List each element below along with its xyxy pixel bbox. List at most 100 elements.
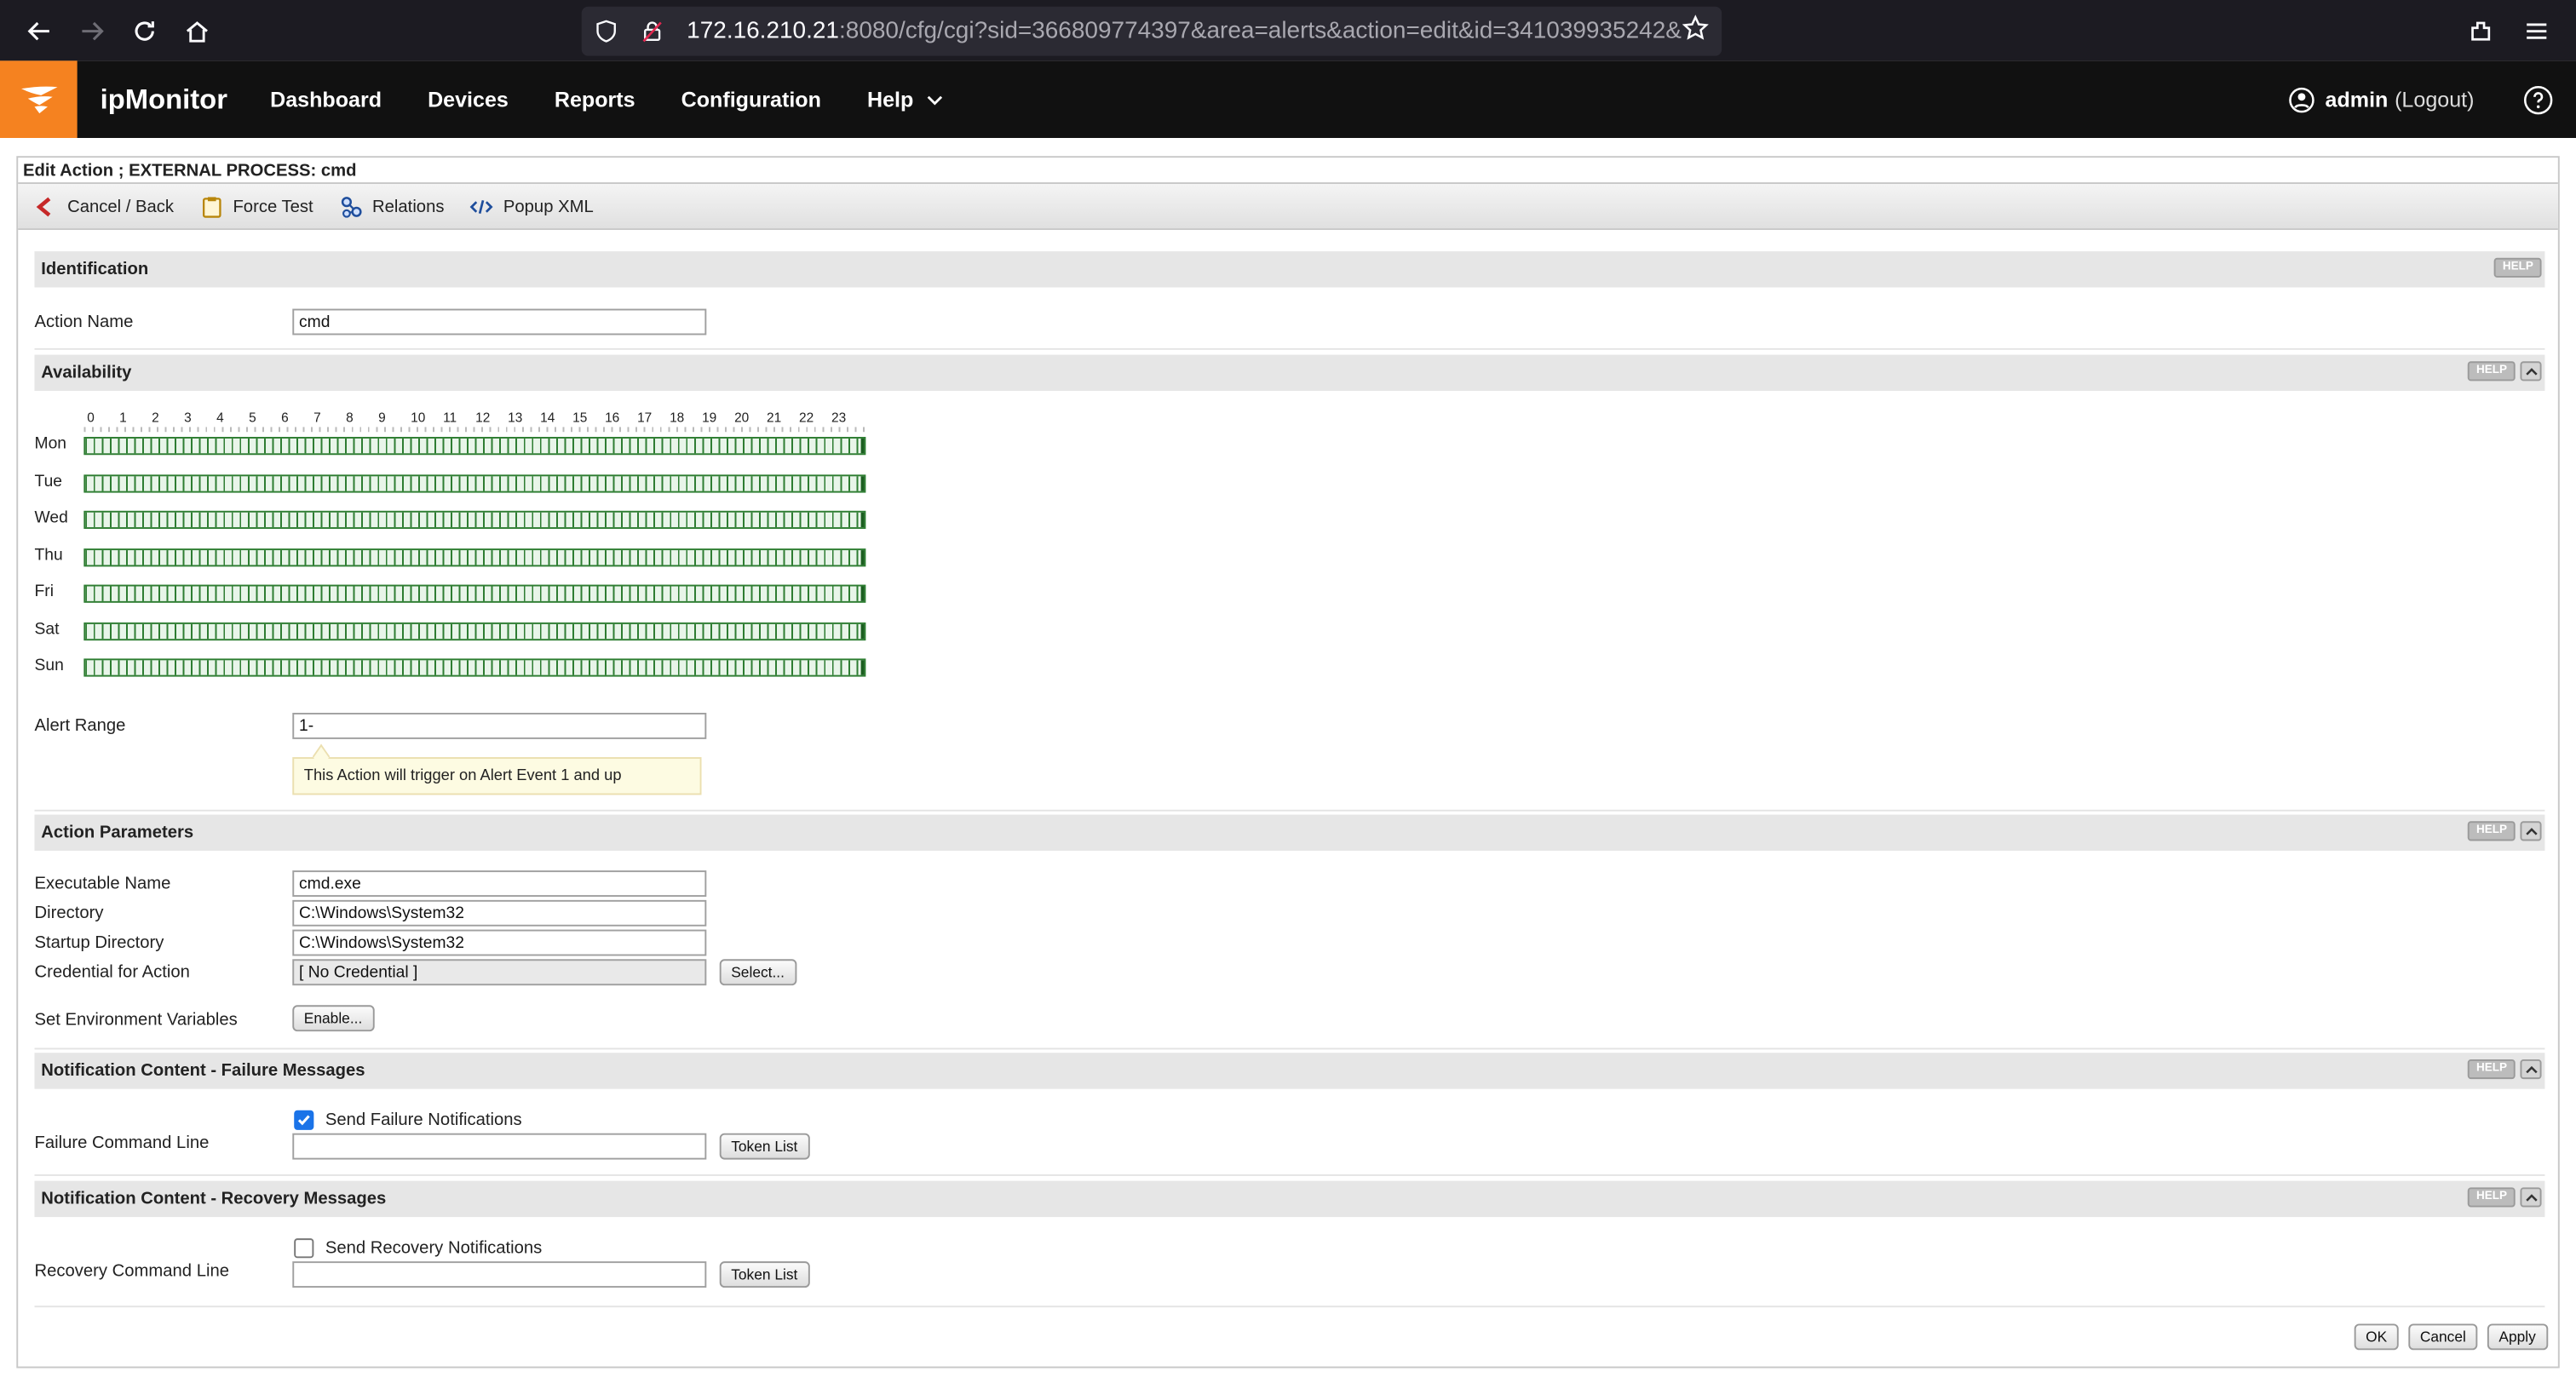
failure-command-label: Failure Command Line [34, 1133, 210, 1153]
identification-header: Identification HELP [34, 251, 2545, 288]
popup-xml-label: Popup XML [503, 196, 594, 216]
hour-label: 9 [378, 410, 386, 426]
apply-button[interactable]: Apply [2487, 1323, 2548, 1351]
forward-icon[interactable] [66, 6, 118, 55]
nav-configuration[interactable]: Configuration [658, 60, 844, 138]
section-divider [34, 347, 2545, 350]
directory-label: Directory [34, 903, 104, 923]
shield-icon[interactable] [595, 17, 621, 43]
startup-directory-label: Startup Directory [34, 933, 164, 953]
hour-label: 23 [831, 410, 847, 426]
back-icon[interactable] [13, 6, 66, 55]
nav-help[interactable]: Help [844, 60, 966, 138]
user-area: admin (Logout) [2289, 60, 2553, 138]
day-availability-bar[interactable] [83, 510, 866, 530]
reload-icon[interactable] [118, 6, 171, 55]
availability-help-button[interactable]: HELP [2468, 361, 2516, 382]
recovery-token-list-button[interactable]: Token List [719, 1261, 809, 1288]
hour-label: 13 [508, 410, 523, 426]
url-path: :8080/cfg/cgi?sid=366809774397&area=aler… [839, 17, 1682, 44]
home-icon[interactable] [171, 6, 224, 55]
day-availability-bar[interactable] [83, 621, 866, 640]
day-label: Mon [34, 435, 67, 454]
failure-token-list-button[interactable]: Token List [719, 1133, 809, 1160]
hour-ticks [83, 427, 866, 433]
hour-label: 0 [87, 410, 95, 426]
app-name[interactable]: ipMonitor [101, 83, 227, 116]
availability-collapse-icon[interactable] [2520, 361, 2542, 382]
failure-command-input[interactable] [292, 1133, 707, 1160]
nav-devices[interactable]: Devices [405, 60, 532, 138]
relations-button[interactable]: Relations [339, 195, 444, 218]
day-availability-bar[interactable] [83, 548, 866, 566]
bookmark-star-icon[interactable] [1681, 14, 1708, 47]
select-credential-button[interactable]: Select... [719, 959, 796, 986]
url-host: 172.16.210.21 [687, 17, 840, 44]
failure-help-button[interactable]: HELP [2468, 1059, 2516, 1080]
day-availability-bar[interactable] [83, 584, 866, 603]
failure-collapse-icon[interactable] [2520, 1059, 2542, 1080]
action-name-input[interactable] [292, 308, 707, 336]
extensions-icon[interactable] [2454, 7, 2507, 56]
force-test-label: Force Test [233, 196, 313, 216]
logout-link[interactable]: (Logout) [2395, 87, 2474, 112]
nav-help-label: Help [866, 87, 914, 112]
enable-env-vars-button[interactable]: Enable... [292, 1005, 374, 1032]
params-collapse-icon[interactable] [2520, 821, 2542, 841]
executable-name-input[interactable] [292, 870, 707, 898]
nav-dashboard[interactable]: Dashboard [247, 60, 405, 138]
recovery-collapse-icon[interactable] [2520, 1187, 2542, 1208]
panel-title: Edit Action ; EXTERNAL PROCESS: cmd [18, 158, 2558, 185]
hour-label: 10 [411, 410, 426, 426]
send-recovery-checkbox[interactable] [294, 1238, 314, 1259]
day-availability-bar[interactable] [83, 658, 866, 677]
send-recovery-label: Send Recovery Notifications [325, 1238, 543, 1259]
identification-help-button[interactable]: HELP [2494, 257, 2542, 278]
hour-label: 4 [216, 410, 224, 426]
day-availability-bar[interactable] [83, 437, 866, 456]
executable-name-label: Executable Name [34, 874, 171, 894]
credential-field [292, 959, 707, 986]
day-label: Sat [34, 620, 60, 639]
main-nav: Dashboard Devices Reports Configuration … [247, 60, 966, 138]
recovery-help-button[interactable]: HELP [2468, 1187, 2516, 1208]
failure-messages-header: Notification Content - Failure Messages … [34, 1053, 2545, 1089]
insecure-lock-icon[interactable] [641, 17, 667, 43]
recovery-command-input[interactable] [292, 1261, 707, 1288]
alert-range-hint: This Action will trigger on Alert Event … [292, 757, 702, 795]
section-divider [34, 1306, 2545, 1308]
popup-xml-button[interactable]: Popup XML [470, 195, 594, 218]
recovery-messages-title: Notification Content - Recovery Messages [41, 1189, 387, 1209]
day-availability-bar[interactable] [83, 473, 866, 492]
code-icon [470, 198, 494, 214]
force-test-button[interactable]: Force Test [200, 195, 313, 218]
day-label: Tue [34, 472, 63, 491]
hour-label: 21 [767, 410, 782, 426]
day-label: Thu [34, 546, 63, 565]
nav-reports[interactable]: Reports [532, 60, 658, 138]
day-label: Wed [34, 508, 68, 528]
chevron-down-icon [927, 95, 943, 105]
browser-toolbar: 172.16.210.21:8080/cfg/cgi?sid=366809774… [0, 0, 2576, 61]
hour-label: 11 [443, 410, 457, 426]
url-bar[interactable]: 172.16.210.21:8080/cfg/cgi?sid=366809774… [581, 5, 1722, 55]
ok-button[interactable]: OK [2354, 1323, 2399, 1351]
cancel-button[interactable]: Cancel [2408, 1323, 2478, 1351]
cancel-back-label: Cancel / Back [67, 196, 175, 216]
directory-input[interactable] [292, 899, 707, 927]
alert-range-input[interactable] [292, 713, 707, 739]
action-name-label: Action Name [34, 312, 134, 332]
params-help-button[interactable]: HELP [2468, 821, 2516, 841]
send-failure-checkbox[interactable] [294, 1110, 314, 1130]
solarwinds-logo[interactable] [0, 60, 78, 139]
relations-icon [341, 196, 361, 217]
cancel-back-button[interactable]: Cancel / Back [35, 195, 175, 218]
recovery-messages-header: Notification Content - Recovery Messages… [34, 1180, 2545, 1218]
menu-icon[interactable] [2510, 7, 2563, 56]
help-icon[interactable] [2523, 84, 2553, 114]
hour-label: 5 [249, 410, 256, 426]
startup-directory-input[interactable] [292, 929, 707, 956]
alert-range-label: Alert Range [34, 715, 126, 737]
action-parameters-title: Action Parameters [41, 823, 194, 843]
availability-title: Availability [41, 363, 132, 383]
